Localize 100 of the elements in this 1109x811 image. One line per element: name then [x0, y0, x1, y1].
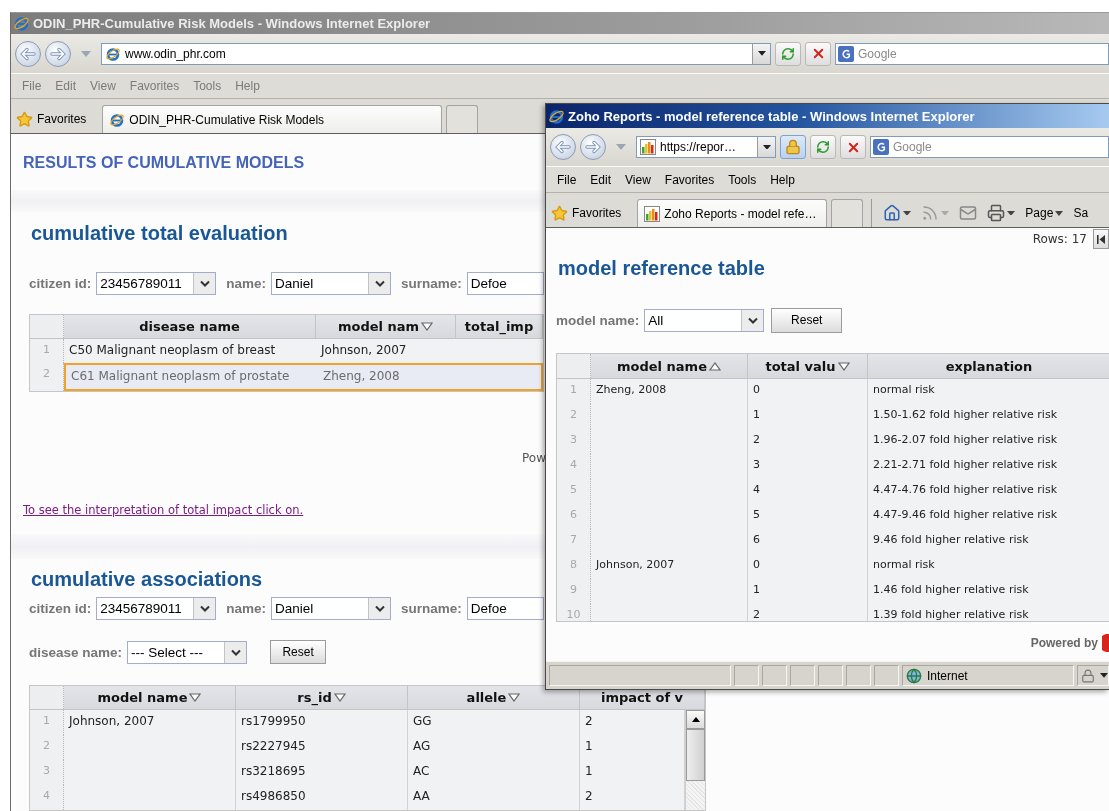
- column-header[interactable]: total valu: [748, 354, 868, 378]
- browser-tab[interactable]: ODIN_PHR-Cumulative Risk Models: [102, 105, 443, 133]
- command-button[interactable]: Page: [1022, 201, 1067, 225]
- browser-icon: [109, 111, 126, 128]
- table-row[interactable]: C50 Malignant neoplasm of breast Johnson, 2007: [64, 339, 543, 364]
- sort-down-icon[interactable]: [421, 322, 434, 332]
- table-cell-text: 1.39 fold higher relative risk: [872, 607, 1030, 621]
- globe-icon: [906, 667, 922, 684]
- filter-select[interactable]: Daniel: [271, 597, 392, 621]
- column-header[interactable]: model nam: [316, 315, 456, 339]
- sort-down-icon[interactable]: [837, 361, 850, 371]
- stop-button[interactable]: [840, 135, 866, 159]
- menu-item[interactable]: File: [550, 172, 584, 187]
- column-header[interactable]: total_imp: [456, 315, 543, 339]
- window-title: Zoho Reports - model reference table - Windows Internet Explorer: [568, 108, 975, 124]
- column-header[interactable]: explanation: [868, 354, 1109, 378]
- filter-select[interactable]: --- Select ---: [127, 640, 248, 664]
- reset-button[interactable]: Reset: [270, 640, 327, 665]
- status-panel: [818, 665, 843, 686]
- column-header[interactable]: rs_id: [236, 685, 408, 709]
- table-cell: rs4986850: [236, 784, 408, 810]
- refresh-button[interactable]: [775, 41, 801, 66]
- back-button[interactable]: [550, 134, 576, 160]
- table-cell: 0: [748, 554, 868, 579]
- section-title: cumulative associations: [31, 567, 263, 591]
- sort-down-icon[interactable]: [508, 692, 521, 702]
- filter-label: name:: [226, 601, 267, 617]
- table-cell-text: 1.96-2.07 fold higher relative risk: [872, 432, 1059, 448]
- filter-field[interactable]: Defoe: [466, 597, 544, 621]
- forward-button[interactable]: [45, 40, 71, 67]
- table-row[interactable]: C61 Malignant neoplasm of prostate Zheng, 2008: [64, 363, 543, 392]
- address-dropdown-button[interactable]: [752, 43, 770, 64]
- sort-down-icon[interactable]: [189, 692, 202, 702]
- address-dropdown-button[interactable]: [757, 137, 775, 157]
- search-provider-icon: [838, 45, 854, 62]
- menu-item[interactable]: Favorites: [657, 172, 722, 187]
- search-field[interactable]: Google: [835, 42, 1109, 65]
- browser-tab[interactable]: Zoho Reports - model refe…: [637, 199, 828, 227]
- filter-select[interactable]: Daniel: [271, 271, 392, 295]
- filter-label: surname:: [401, 275, 462, 291]
- table-cell: rs1799950: [236, 709, 408, 735]
- sort-down-icon[interactable]: [333, 692, 346, 702]
- new-tab-button[interactable]: [831, 199, 864, 227]
- section-title: model reference table: [558, 257, 765, 280]
- up-arrow-icon: [691, 716, 700, 722]
- first-page-button[interactable]: [1093, 229, 1109, 249]
- column-header[interactable]: disease name: [64, 315, 316, 339]
- refresh-icon: [816, 140, 830, 154]
- filter-label: citizen id:: [29, 275, 92, 291]
- filter-label: name:: [226, 275, 267, 291]
- table-cell: AG: [408, 734, 580, 760]
- new-tab-button[interactable]: [446, 105, 479, 133]
- table-cell: Johnson, 2007: [64, 709, 236, 735]
- lock-icon: [785, 139, 801, 155]
- favorites-button[interactable]: Favorites: [14, 105, 99, 133]
- reset-button[interactable]: Reset: [771, 307, 843, 333]
- menu-item[interactable]: Tools: [721, 172, 764, 187]
- menu-item[interactable]: Help: [763, 172, 802, 187]
- column-header[interactable]: model name: [591, 354, 748, 378]
- browser-icon: [548, 107, 565, 125]
- menu-item[interactable]: View: [618, 172, 658, 187]
- lock-icon: [1081, 668, 1095, 683]
- forward-button[interactable]: [580, 134, 606, 160]
- address-field[interactable]: https://repor…: [636, 136, 776, 158]
- powered-by-text: Pow: [521, 450, 546, 467]
- chevron-down-icon: [747, 316, 758, 324]
- command-button[interactable]: Sa: [1070, 201, 1092, 225]
- caret-icon: [903, 210, 912, 216]
- status-panel: [762, 665, 787, 686]
- scroll-thumb[interactable]: [686, 728, 705, 781]
- stop-button[interactable]: [805, 41, 831, 66]
- refresh-button[interactable]: [810, 135, 836, 159]
- filter-select[interactable]: All: [644, 308, 765, 332]
- caret-icon: [81, 50, 91, 57]
- security-button[interactable]: [780, 135, 806, 159]
- caret-icon: [941, 210, 950, 216]
- address-field[interactable]: www.odin_phr.com: [101, 42, 771, 65]
- interpretation-link[interactable]: To see the interpretation of total impact click on.: [23, 503, 304, 518]
- chevron-down-icon: [374, 605, 385, 613]
- browser-icon: [105, 45, 121, 62]
- chevron-down-icon: [230, 648, 241, 656]
- filter-label: citizen id:: [29, 601, 92, 617]
- favorites-button[interactable]: Favorites: [549, 199, 634, 227]
- filter-field[interactable]: Defoe: [466, 271, 544, 295]
- table-cell-text: 1.46 fold higher relative risk: [872, 582, 1030, 598]
- search-field[interactable]: Google: [870, 136, 1109, 158]
- filter-label: surname:: [401, 601, 462, 617]
- column-header[interactable]: model name: [64, 685, 236, 709]
- filter-select[interactable]: 23456789011: [96, 271, 217, 295]
- scrollbar[interactable]: [685, 709, 705, 810]
- table-cell: 3: [748, 454, 868, 479]
- caret-icon: [762, 144, 771, 150]
- filter-select[interactable]: 23456789011: [96, 597, 217, 621]
- bar-chart-icon: [640, 139, 656, 155]
- table-cell: 1: [748, 579, 868, 604]
- table-cell: 2: [748, 429, 868, 454]
- menu-item[interactable]: Edit: [583, 172, 619, 187]
- back-button[interactable]: [15, 40, 41, 67]
- logo-icon: [1102, 634, 1109, 652]
- sort-up-icon[interactable]: [709, 361, 721, 371]
